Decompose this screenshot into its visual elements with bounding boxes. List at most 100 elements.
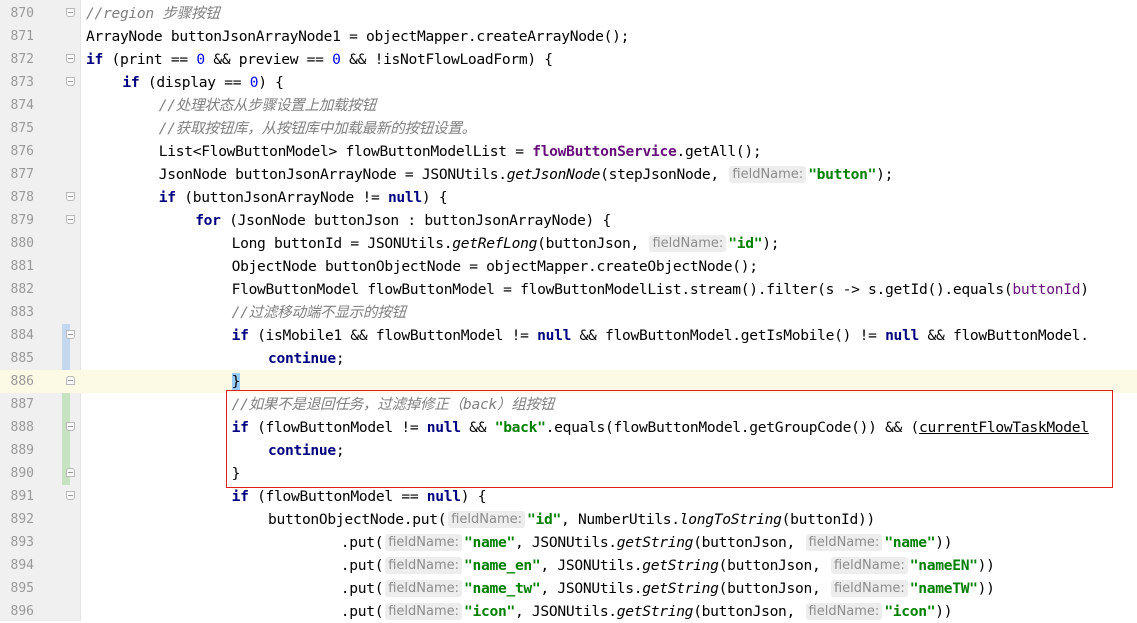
string-literal[interactable]: "id": [728, 235, 762, 252]
code-text[interactable]: )): [935, 534, 952, 551]
code-line[interactable]: 891 if (flowButtonModel == null) {: [0, 485, 1137, 508]
code-line[interactable]: 893 .put(fieldName: "name", JSONUtils.getS…: [0, 531, 1137, 554]
number-literal[interactable]: 0: [250, 74, 259, 91]
string-literal[interactable]: "back": [495, 419, 546, 436]
code-content[interactable]: FlowButtonModel flowButtonModel = flowBu…: [232, 278, 1089, 301]
code-text[interactable]: , JSONUtils.: [540, 557, 642, 574]
code-content[interactable]: //处理状态从步骤设置上加载按钮: [159, 94, 376, 117]
code-text[interactable]: &&: [461, 419, 495, 436]
code-text[interactable]: buttonObjectNode.put(: [268, 511, 447, 528]
code-text[interactable]: )): [935, 603, 952, 620]
code-line[interactable]: 872 if (print == 0 && preview == 0 && !is…: [0, 48, 1137, 71]
fold-collapse-icon[interactable]: [66, 215, 75, 224]
code-text[interactable]: , JSONUtils.: [540, 580, 642, 597]
code-text[interactable]: ) {: [461, 488, 487, 505]
code-text[interactable]: (buttonId)): [782, 511, 876, 528]
code-text[interactable]: (flowButtonModel ==: [249, 488, 427, 505]
keyword[interactable]: if: [159, 189, 176, 206]
code-content[interactable]: Long buttonId = JSONUtils.getRefLong(but…: [232, 232, 779, 255]
static-method-call[interactable]: getString: [617, 534, 694, 551]
string-literal[interactable]: "name": [884, 534, 935, 551]
code-line[interactable]: 892 buttonObjectNode.put(fieldName: "id", …: [0, 508, 1137, 531]
code-line[interactable]: 873 if (display == 0) {: [0, 71, 1137, 94]
code-text[interactable]: , JSONUtils.: [515, 534, 617, 551]
code-content[interactable]: if (flowButtonModel != null && "back".eq…: [232, 416, 1089, 439]
keyword[interactable]: if: [122, 74, 139, 91]
code-line[interactable]: 895 .put(fieldName: "name_tw", JSONUtils.g…: [0, 577, 1137, 600]
code-text[interactable]: (display ==: [139, 74, 249, 91]
code-line[interactable]: 876 List<FlowButtonModel> flowButtonModel…: [0, 140, 1137, 163]
code-line[interactable]: 879 for (JsonNode buttonJson : buttonJson…: [0, 209, 1137, 232]
code-text[interactable]: (buttonJson,: [719, 557, 829, 574]
string-literal[interactable]: "icon": [464, 603, 515, 620]
static-method-call[interactable]: getJsonNode: [507, 166, 601, 183]
code-content[interactable]: continue;: [268, 439, 345, 462]
code-line[interactable]: 887 //如果不是退回任务，过滤掉修正（back）组按钮: [0, 393, 1137, 416]
code-line[interactable]: 894 .put(fieldName: "name_en", JSONUtils.g…: [0, 554, 1137, 577]
fold-collapse-icon[interactable]: [66, 8, 75, 17]
code-text[interactable]: JsonNode buttonJsonArrayNode = JSONUtils…: [159, 166, 507, 183]
code-line[interactable]: 881 ObjectNode buttonObjectNode = objectM…: [0, 255, 1137, 278]
code-content[interactable]: //如果不是退回任务，过滤掉修正（back）组按钮: [232, 393, 555, 416]
parameter-reference[interactable]: buttonId: [1012, 281, 1080, 298]
code-content[interactable]: if (buttonJsonArrayNode != null) {: [159, 186, 448, 209]
keyword[interactable]: continue: [268, 350, 336, 367]
string-literal[interactable]: "name_tw": [464, 580, 541, 597]
code-line[interactable]: 885 continue;: [0, 347, 1137, 370]
number-literal[interactable]: 0: [332, 51, 341, 68]
code-line[interactable]: 886}: [0, 370, 1137, 393]
code-text[interactable]: );: [762, 235, 779, 252]
code-content[interactable]: if (display == 0) {: [122, 71, 284, 94]
code-text[interactable]: .equals(flowButtonModel.getGroupCode()) …: [546, 419, 920, 436]
fold-collapse-icon[interactable]: [66, 192, 75, 201]
code-text[interactable]: ): [1080, 281, 1089, 298]
static-method-call[interactable]: getRefLong: [452, 235, 537, 252]
underlined-identifier[interactable]: currentFlowTaskModel: [919, 419, 1089, 436]
code-text[interactable]: .put(: [341, 557, 384, 574]
code-text[interactable]: ) {: [422, 189, 448, 206]
static-method-call[interactable]: getString: [642, 580, 719, 597]
code-text[interactable]: ObjectNode buttonObjectNode = objectMapp…: [232, 258, 758, 275]
fold-collapse-icon[interactable]: [66, 330, 75, 339]
keyword[interactable]: if: [232, 327, 249, 344]
code-content[interactable]: .put(fieldName: "name_tw", JSONUtils.getS…: [341, 577, 995, 600]
code-text[interactable]: && preview ==: [205, 51, 332, 68]
code-line[interactable]: 882 FlowButtonModel flowButtonModel = flo…: [0, 278, 1137, 301]
fold-end-icon[interactable]: [66, 376, 75, 385]
string-literal[interactable]: "name_en": [464, 557, 541, 574]
keyword[interactable]: if: [232, 419, 249, 436]
fold-end-icon[interactable]: [66, 468, 75, 477]
code-text[interactable]: .getAll();: [676, 143, 761, 160]
fold-collapse-icon[interactable]: [66, 77, 75, 86]
matched-brace[interactable]: }: [231, 373, 240, 390]
code-text[interactable]: );: [876, 166, 893, 183]
code-text[interactable]: ;: [336, 442, 345, 459]
keyword[interactable]: null: [537, 327, 571, 344]
code-line[interactable]: 896 .put(fieldName: "icon", JSONUtils.getS…: [0, 600, 1137, 623]
code-text[interactable]: , JSONUtils.: [515, 603, 617, 620]
code-text[interactable]: FlowButtonModel flowButtonModel = flowBu…: [232, 281, 1013, 298]
fold-collapse-icon[interactable]: [66, 422, 75, 431]
code-content[interactable]: continue;: [268, 347, 345, 370]
code-content[interactable]: //获取按钮库，从按钮库中加载最新的按钮设置。: [159, 117, 476, 140]
comment[interactable]: //过滤移动端不显示的按钮: [232, 304, 407, 321]
code-content[interactable]: ArrayNode buttonJsonArrayNode1 = objectM…: [86, 25, 629, 48]
code-content[interactable]: if (isMobile1 && flowButtonModel != null…: [232, 324, 1089, 347]
code-line[interactable]: 875 //获取按钮库，从按钮库中加载最新的按钮设置。: [0, 117, 1137, 140]
code-line[interactable]: 884 if (isMobile1 && flowButtonModel != n…: [0, 324, 1137, 347]
code-content[interactable]: //过滤移动端不显示的按钮: [232, 301, 407, 324]
code-text[interactable]: )): [978, 557, 995, 574]
code-line[interactable]: 878 if (buttonJsonArrayNode != null) {: [0, 186, 1137, 209]
code-line[interactable]: 870 //region 步骤按钮: [0, 2, 1137, 25]
code-text[interactable]: && flowButtonModel.: [919, 327, 1090, 344]
code-text[interactable]: (JsonNode buttonJson : buttonJsonArrayNo…: [221, 212, 611, 229]
code-text[interactable]: (buttonJsonArrayNode !=: [176, 189, 388, 206]
code-text[interactable]: Long buttonId = JSONUtils.: [232, 235, 453, 252]
code-text[interactable]: List<FlowButtonModel> flowButtonModelLis…: [159, 143, 532, 160]
code-text[interactable]: (flowButtonModel !=: [249, 419, 427, 436]
static-method-call[interactable]: getString: [617, 603, 694, 620]
code-line[interactable]: 890}: [0, 462, 1137, 485]
field-reference[interactable]: flowButtonService: [532, 143, 677, 160]
code-text[interactable]: && !isNotFlowLoadForm) {: [341, 51, 553, 68]
code-content[interactable]: //region 步骤按钮: [86, 2, 220, 25]
